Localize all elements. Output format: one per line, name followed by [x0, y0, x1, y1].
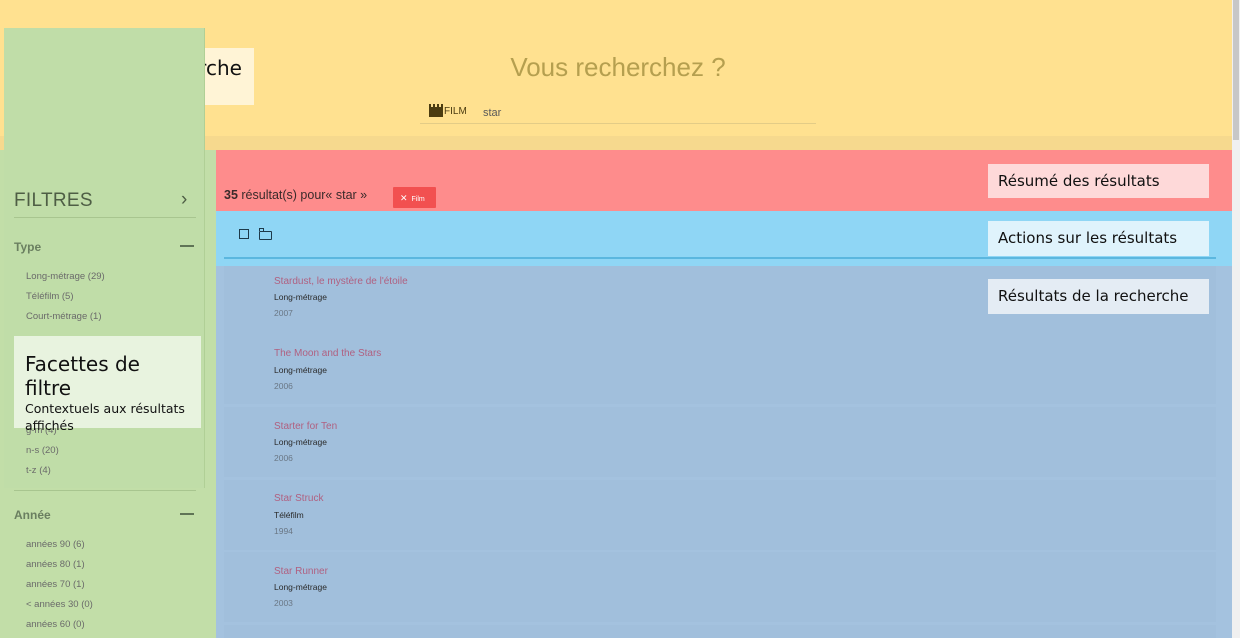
- facet-item[interactable]: années 60 (0): [26, 619, 85, 630]
- result-title[interactable]: Star Runner: [274, 566, 328, 577]
- actions-underline: [224, 257, 1216, 259]
- annotation-results-title: Résultats de la recherche: [998, 287, 1189, 305]
- result-title[interactable]: The Moon and the Stars: [274, 348, 381, 359]
- result-title[interactable]: Stardust, le mystère de l'étoile: [274, 276, 408, 287]
- facet-heading-type[interactable]: Type: [14, 240, 41, 254]
- annotation-results: Résultats de la recherche: [988, 279, 1209, 314]
- chevron-right-icon[interactable]: ›: [181, 189, 187, 211]
- collapse-minus-icon[interactable]: [180, 245, 194, 247]
- facet-heading-year[interactable]: Année: [14, 508, 51, 522]
- result-year: 2007: [274, 308, 293, 318]
- annotation-facettes-subtitle: Contextuels aux résultats affichés: [25, 401, 185, 433]
- select-all-checkbox[interactable]: [239, 229, 249, 239]
- divider: [14, 217, 196, 218]
- result-card[interactable]: [224, 552, 1216, 622]
- filters-title: FILTRES: [14, 190, 93, 211]
- annotation-resume-title: Résumé des résultats: [998, 172, 1160, 190]
- facet-item[interactable]: années 70 (1): [26, 579, 85, 590]
- results-count: 35 résultat(s) pour« star »: [224, 188, 367, 202]
- scrollbar-thumb[interactable]: [1233, 0, 1239, 140]
- annotation-actions-title: Actions sur les résultats: [998, 229, 1178, 247]
- facet-item[interactable]: Téléfilm (5): [26, 291, 74, 302]
- result-card[interactable]: [224, 334, 1216, 404]
- facet-item[interactable]: t-z (4): [26, 465, 51, 476]
- facet-item[interactable]: années 90 (6): [26, 539, 85, 550]
- result-type: Téléfilm: [274, 510, 304, 520]
- facet-item[interactable]: années 80 (1): [26, 559, 85, 570]
- film-clapper-icon: [429, 104, 443, 117]
- result-year: 1994: [274, 526, 293, 536]
- collapse-minus-icon[interactable]: [180, 513, 194, 515]
- result-card[interactable]: [224, 480, 1216, 550]
- result-year: 2006: [274, 381, 293, 391]
- annotation-facettes: Facettes de filtre Contextuels aux résul…: [14, 336, 201, 433]
- search-field[interactable]: FILM star: [420, 104, 816, 124]
- search-input[interactable]: star: [483, 107, 501, 119]
- result-year: 2006: [274, 453, 293, 463]
- annotation-resume: Résumé des résultats: [988, 164, 1209, 198]
- close-icon[interactable]: ✕: [400, 193, 408, 203]
- annotation-facettes-title: Facettes de filtre: [25, 352, 140, 400]
- result-year: 2003: [274, 598, 293, 608]
- search-type-label[interactable]: FILM: [444, 106, 467, 117]
- folder-icon[interactable]: [259, 228, 272, 240]
- facet-item[interactable]: n-s (20): [26, 445, 59, 456]
- result-type: Long-métrage: [274, 292, 327, 302]
- search-heading: Vous recherchez ?: [510, 52, 726, 82]
- facet-item[interactable]: Court-métrage (1): [26, 311, 102, 322]
- result-type: Long-métrage: [274, 365, 327, 375]
- result-card[interactable]: [224, 625, 1216, 638]
- result-card[interactable]: [224, 407, 1216, 477]
- divider: [14, 490, 196, 491]
- active-filter-chip[interactable]: ✕ Film: [393, 187, 436, 208]
- results-count-text: résultat(s) pour« star »: [237, 188, 368, 202]
- chip-label: Film: [411, 196, 425, 203]
- results-count-number: 35: [224, 188, 238, 202]
- result-title[interactable]: Starter for Ten: [274, 421, 337, 432]
- result-type: Long-métrage: [274, 437, 327, 447]
- annotation-actions: Actions sur les résultats: [988, 221, 1209, 256]
- facet-item[interactable]: Long-métrage (29): [26, 271, 105, 282]
- facet-item[interactable]: < années 30 (0): [26, 599, 93, 610]
- result-type: Long-métrage: [274, 582, 327, 592]
- result-title[interactable]: Star Struck: [274, 493, 323, 504]
